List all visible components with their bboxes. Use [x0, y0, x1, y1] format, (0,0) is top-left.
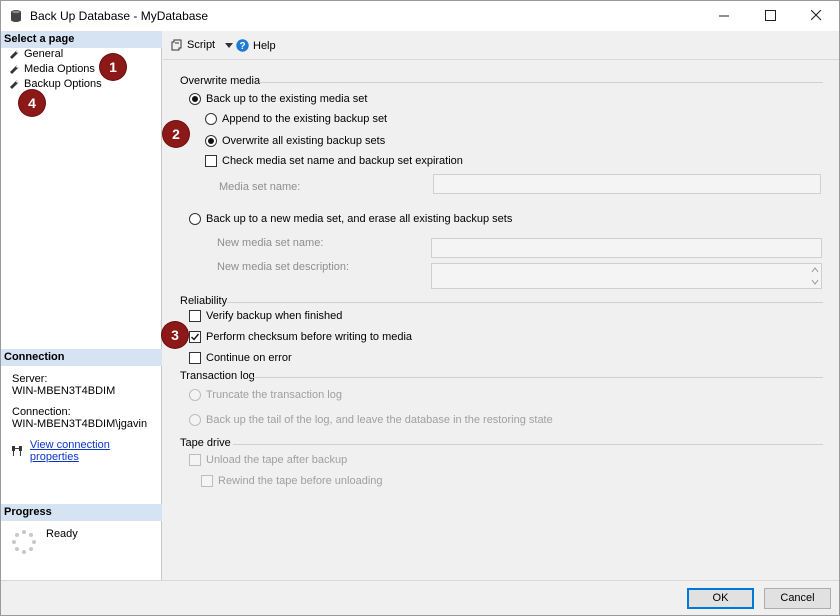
group-divider: [259, 82, 823, 83]
new-media-set-name-input[interactable]: [431, 238, 822, 258]
close-icon: [810, 9, 821, 21]
select-page-header: Select a page: [1, 31, 162, 48]
radio-overwrite-all[interactable]: Overwrite all existing backup sets: [205, 134, 385, 148]
connection-value: WIN-MBEN3T4BDIM\jgavin: [12, 418, 148, 430]
dialog-button-bar: OK Cancel: [1, 580, 839, 615]
server-value: WIN-MBEN3T4BDIM: [12, 385, 116, 397]
title-bar: Back Up Database - MyDatabase: [1, 1, 839, 31]
radio-control[interactable]: [205, 113, 217, 125]
maximize-button[interactable]: [747, 1, 793, 31]
checkbox-label: Rewind the tape before unloading: [218, 475, 383, 487]
close-button[interactable]: [793, 1, 839, 31]
radio-label: Append to the existing backup set: [222, 113, 388, 125]
group-divider: [251, 377, 823, 378]
radio-tail-log[interactable]: Back up the tail of the log, and leave t…: [189, 413, 553, 427]
connection-header: Connection: [1, 349, 162, 366]
view-connection-properties[interactable]: View connection properties: [11, 439, 161, 463]
checkbox-control[interactable]: [189, 310, 201, 322]
radio-append[interactable]: Append to the existing backup set: [205, 112, 387, 126]
minimize-icon: [718, 15, 729, 17]
radio-existing-media-set[interactable]: Back up to the existing media set: [189, 92, 367, 106]
page-item-label: Media Options: [24, 63, 95, 75]
checkbox-unload-tape[interactable]: Unload the tape after backup: [189, 453, 347, 467]
radio-label: Back up the tail of the log, and leave t…: [206, 414, 553, 426]
script-icon: [171, 39, 182, 51]
radio-label: Truncate the transaction log: [206, 389, 342, 401]
help-icon: ?: [236, 39, 249, 52]
cancel-button[interactable]: Cancel: [764, 588, 831, 609]
help-button[interactable]: ? Help: [236, 39, 276, 52]
radio-control[interactable]: [189, 414, 201, 426]
group-divider: [227, 302, 823, 303]
radio-control[interactable]: [189, 93, 201, 105]
view-connection-link[interactable]: View connection properties: [30, 439, 161, 463]
right-pane: Script ? Help Overwrite media Back up to…: [163, 31, 839, 580]
ok-button[interactable]: OK: [687, 588, 754, 609]
progress-status: Ready: [46, 528, 78, 540]
script-button[interactable]: Script: [171, 39, 234, 51]
transaction-log-group-label: Transaction log: [180, 370, 255, 382]
checkbox-verify[interactable]: Verify backup when finished: [189, 309, 342, 323]
help-label: Help: [253, 39, 276, 52]
new-media-set-desc-label: New media set description:: [217, 261, 350, 273]
checkbox-label: Unload the tape after backup: [206, 454, 348, 466]
checkbox-label: Continue on error: [206, 352, 292, 364]
connection-label: Connection:: [12, 406, 71, 418]
callout-badge-3: 3: [162, 322, 188, 348]
radio-new-media-set[interactable]: Back up to a new media set, and erase al…: [189, 212, 512, 226]
checkmark-icon: [191, 333, 200, 341]
radio-label: Overwrite all existing backup sets: [222, 135, 386, 147]
new-media-set-desc-input[interactable]: [431, 263, 822, 289]
media-set-name-input[interactable]: [433, 174, 821, 194]
minimize-button[interactable]: [701, 1, 747, 31]
maximize-icon: [764, 10, 776, 21]
new-media-set-name-label: New media set name:: [217, 237, 324, 249]
callout-badge-4: 4: [19, 90, 45, 116]
checkbox-control[interactable]: [205, 155, 217, 167]
progress-header: Progress: [1, 504, 162, 521]
toolbar: Script ? Help: [163, 31, 839, 60]
checkbox-check-media[interactable]: Check media set name and backup set expi…: [205, 154, 463, 168]
radio-label: Back up to the existing media set: [206, 93, 368, 105]
database-icon: [10, 9, 22, 23]
script-label: Script: [187, 39, 216, 51]
radio-label: Back up to a new media set, and erase al…: [206, 213, 513, 225]
radio-control[interactable]: [189, 213, 201, 225]
backup-database-window: Back Up Database - MyDatabase Select a p…: [0, 0, 840, 616]
checkbox-rewind-tape[interactable]: Rewind the tape before unloading: [201, 474, 383, 488]
callout-badge-2: 2: [163, 121, 189, 147]
checkbox-control[interactable]: [189, 352, 201, 364]
wrench-icon: [10, 50, 19, 59]
spinner-icon: [12, 530, 36, 554]
server-label: Server:: [12, 373, 48, 385]
checkbox-control[interactable]: [189, 331, 201, 343]
page-item-media-options[interactable]: Media Options: [9, 62, 95, 77]
reliability-group-label: Reliability: [180, 295, 228, 307]
radio-control[interactable]: [189, 389, 201, 401]
checkbox-continue-on-error[interactable]: Continue on error: [189, 351, 292, 365]
group-divider: [233, 444, 823, 445]
radio-control[interactable]: [205, 135, 217, 147]
connection-icon: [11, 446, 22, 456]
wrench-icon: [10, 65, 19, 74]
chevron-down-icon: [225, 42, 234, 48]
checkbox-label: Perform checksum before writing to media: [206, 331, 413, 343]
tape-drive-group-label: Tape drive: [180, 437, 231, 449]
svg-text:?: ?: [239, 41, 245, 52]
page-item-label: General: [24, 48, 64, 60]
radio-truncate-log[interactable]: Truncate the transaction log: [189, 388, 342, 402]
callout-badge-1: 1: [100, 54, 126, 80]
page-item-general[interactable]: General: [9, 47, 63, 62]
scroll-arrows-icon[interactable]: [811, 266, 819, 286]
checkbox-checksum[interactable]: Perform checksum before writing to media: [189, 330, 412, 344]
checkbox-control[interactable]: [189, 454, 201, 466]
media-set-name-label: Media set name:: [219, 181, 301, 193]
checkbox-label: Check media set name and backup set expi…: [222, 155, 463, 167]
wrench-icon: [10, 80, 19, 89]
window-title: Back Up Database - MyDatabase: [30, 9, 209, 23]
checkbox-label: Verify backup when finished: [206, 310, 343, 322]
page-item-backup-options[interactable]: Backup Options: [9, 77, 102, 92]
checkbox-control[interactable]: [201, 475, 213, 487]
overwrite-media-group-label: Overwrite media: [180, 75, 261, 87]
